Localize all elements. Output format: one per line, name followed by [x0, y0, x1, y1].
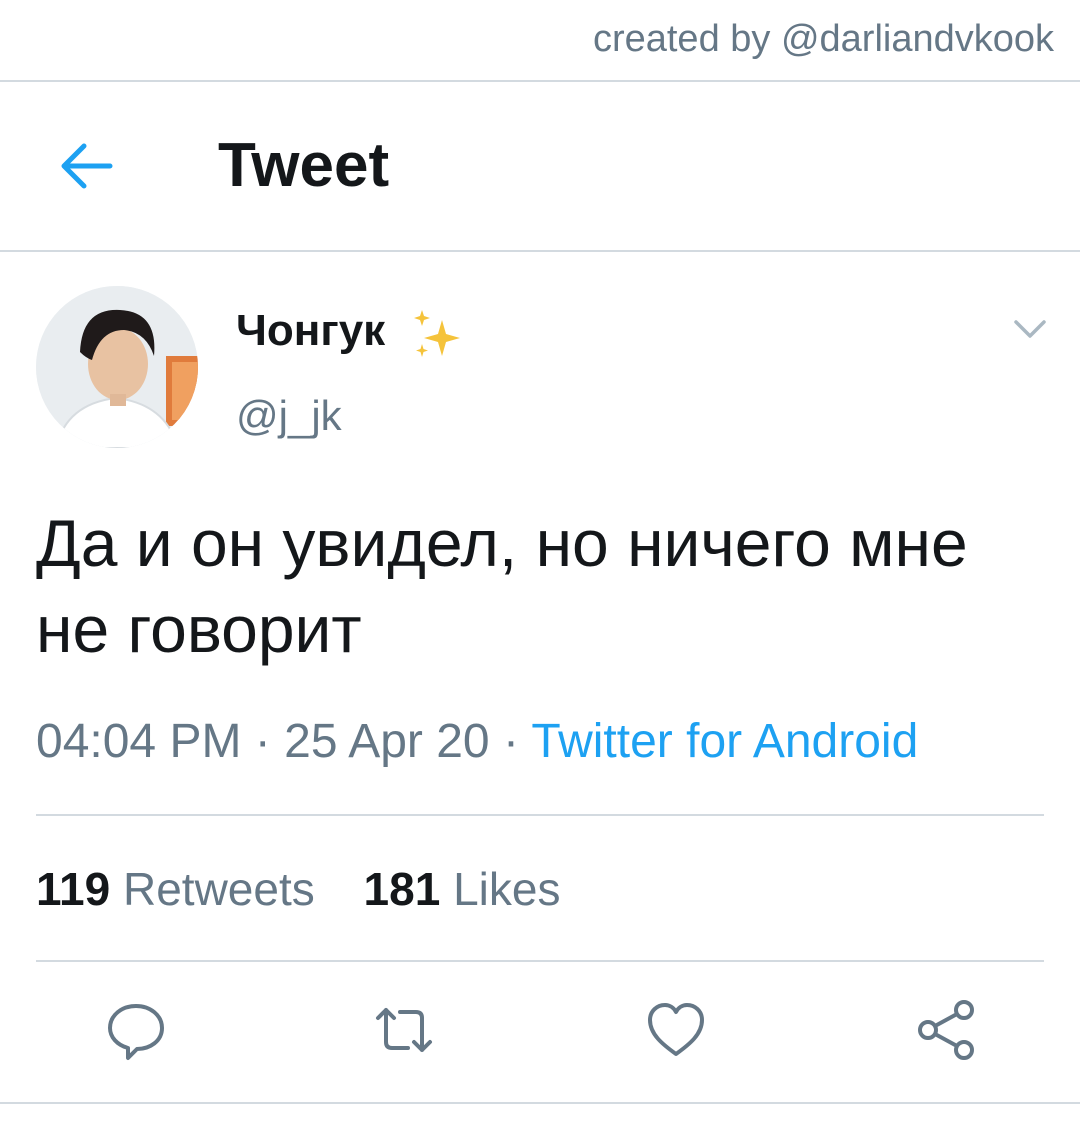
likes-count: 181 — [363, 863, 441, 915]
bottom-divider — [0, 1102, 1080, 1104]
tweet-source-link[interactable]: Twitter for Android — [531, 715, 918, 768]
share-icon — [918, 1000, 974, 1060]
like-button[interactable] — [644, 998, 708, 1062]
arrow-left-icon — [61, 143, 113, 189]
divider — [36, 960, 1044, 962]
likes-stat[interactable]: 181 Likes — [364, 862, 561, 916]
more-options-button[interactable] — [1012, 314, 1048, 342]
meta-separator: · — [254, 715, 271, 768]
like-icon — [648, 1003, 704, 1056]
retweets-label: Retweets — [123, 863, 315, 915]
avatar[interactable] — [36, 286, 198, 448]
credit-bar: created by @darliandvkook — [0, 0, 1080, 82]
share-button[interactable] — [914, 998, 978, 1062]
tweet-header: Tweet — [0, 82, 1080, 252]
reply-button[interactable] — [104, 998, 168, 1062]
retweets-stat[interactable]: 119 Retweets — [36, 862, 315, 916]
retweet-icon — [376, 1008, 432, 1052]
tweet-meta: 04:04 PM · 25 Apr 20 · Twitter for Andro… — [36, 714, 918, 769]
likes-label: Likes — [453, 863, 561, 915]
creator-credit: created by @darliandvkook — [592, 18, 1054, 60]
retweet-button[interactable] — [372, 998, 436, 1062]
page-title: Tweet — [218, 131, 390, 200]
tweet-date: 25 Apr 20 — [284, 715, 490, 768]
display-name[interactable]: Чонгук — [236, 306, 385, 356]
back-button[interactable] — [54, 138, 118, 194]
retweets-count: 119 — [36, 863, 111, 915]
reply-icon — [108, 1004, 164, 1060]
sparkles-icon — [414, 310, 460, 357]
meta-separator: · — [502, 715, 519, 768]
tweet-time: 04:04 PM — [36, 715, 242, 768]
tweet-stats: 119 Retweets 181 Likes — [36, 862, 596, 916]
divider — [36, 814, 1044, 816]
user-handle[interactable]: @j_jk — [236, 392, 342, 440]
chevron-down-icon — [1014, 320, 1046, 338]
tweet-text: Да и он увидел, но ничего мне не говорит — [36, 506, 968, 666]
profile-photo — [36, 286, 198, 448]
